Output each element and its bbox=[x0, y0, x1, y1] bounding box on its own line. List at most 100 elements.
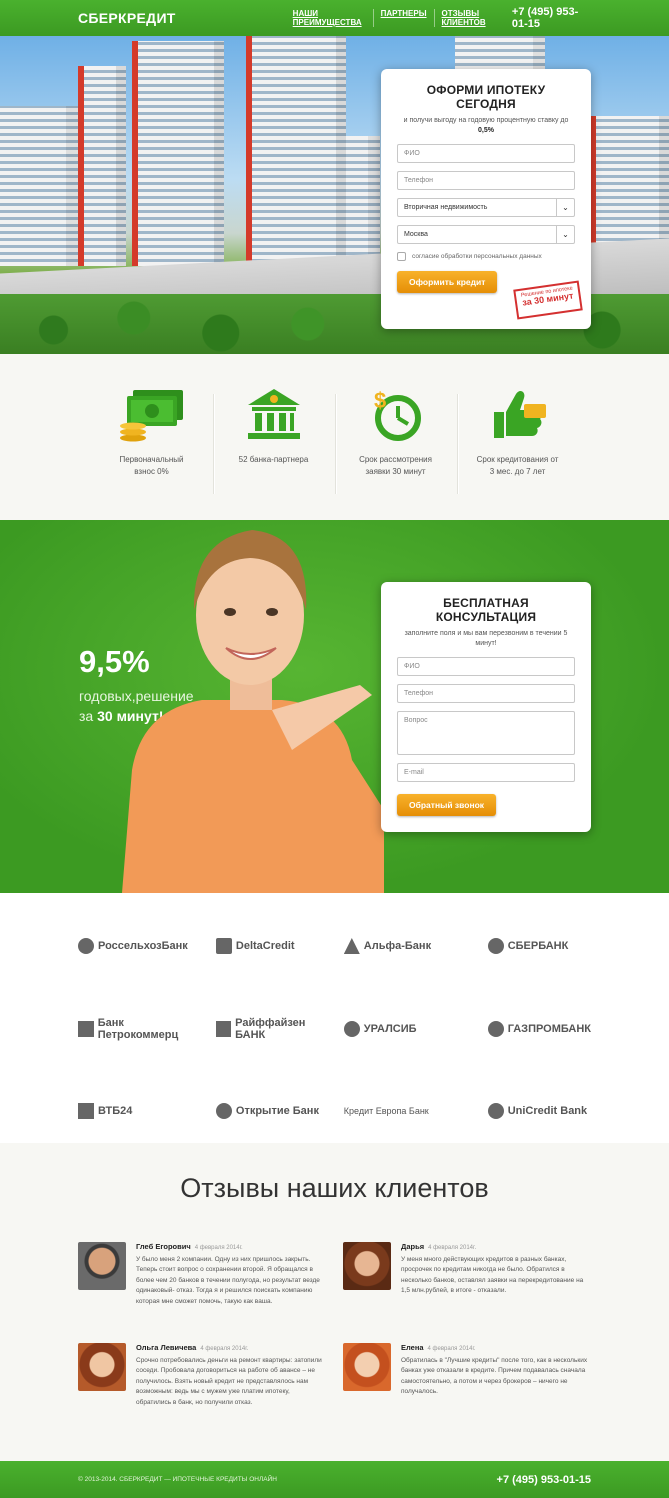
reviewer-name: Глеб Егорович 4 февраля 2014г. bbox=[136, 1242, 243, 1251]
thumbs-up-card-icon bbox=[457, 384, 579, 444]
review-item: Дарья 4 февраля 2014г. У меня много дейст… bbox=[330, 1242, 591, 1307]
reviews-list: Глеб Егорович 4 февраля 2014г. У было мен… bbox=[0, 1204, 669, 1408]
callback-button[interactable]: Обратный звонок bbox=[397, 793, 497, 816]
bank-logo-vtb24[interactable]: ВТБ24 bbox=[78, 1098, 206, 1124]
hero-section: ОФОРМИ ИПОТЕКУ СЕГОДНЯ и получи выгоду н… bbox=[0, 36, 669, 354]
consultation-form-title: БЕСПЛАТНАЯ КОНСУЛЬТАЦИЯ bbox=[435, 596, 537, 624]
city-value: Москва bbox=[404, 230, 428, 238]
building-image bbox=[132, 41, 224, 266]
building-image bbox=[0, 106, 78, 266]
bank-logo-sberbank[interactable]: СБЕРБАНК bbox=[462, 933, 591, 959]
bank-emblem-icon bbox=[487, 938, 504, 954]
mortgage-form: ОФОРМИ ИПОТЕКУ СЕГОДНЯ и получи выгоду н… bbox=[381, 69, 591, 329]
bank-logo-kredit-evropa[interactable]: Кредит Европа Банк bbox=[334, 1098, 462, 1124]
decision-stamp: Решение по ипотеке за 30 минут bbox=[513, 280, 583, 320]
property-type-value: Вторичная недвижимость bbox=[404, 203, 488, 211]
building-image bbox=[346, 136, 380, 266]
review-text: У было меня 2 компании. Одну из них приш… bbox=[136, 1256, 320, 1305]
mortgage-form-title: ОФОРМИ ИПОТЕКУ СЕГОДНЯ bbox=[426, 83, 546, 111]
bank-logo-deltacredit[interactable]: DeltaCredit bbox=[206, 933, 334, 959]
footer-phone: +7 (495) 953-01-15 bbox=[496, 1473, 591, 1486]
nav-reviews[interactable]: ОТЗЫВЫ КЛИЕНТОВ bbox=[433, 9, 512, 27]
bank-logo-otkritie[interactable]: Открытие Банк bbox=[206, 1098, 334, 1124]
partners-section: РоссельхозБанк DeltaCredit Альфа-Банк СБ… bbox=[0, 893, 669, 1143]
bank-emblem-icon bbox=[215, 1103, 232, 1120]
submit-credit-button[interactable]: Оформить кредит bbox=[397, 270, 498, 293]
feature-item: Срок кредитования от 3 мес. до 7 лет bbox=[456, 384, 579, 520]
advantages-section: Первоначальный взнос 0% 52 банка-партнер… bbox=[0, 354, 669, 520]
main-nav: НАШИ ПРЕИМУЩЕСТВА ПАРТНЕРЫ ОТЗЫВЫ КЛИЕНТ… bbox=[286, 9, 512, 27]
reviewer-name: Дарья 4 февраля 2014г. bbox=[401, 1242, 477, 1251]
reviews-section: Отзывы наших клиентов Глеб Егорович 4 фев… bbox=[0, 1143, 669, 1461]
bank-logo-gazprombank[interactable]: ГАЗПРОМБАНК bbox=[462, 1016, 591, 1042]
site-footer: © 2013-2014. СБЕРКРЕДИТ — ИПОТЕЧНЫЕ КРЕД… bbox=[0, 1461, 669, 1498]
bank-emblem-icon bbox=[487, 1020, 504, 1037]
consultation-section: 9,5% годовых,решение за 30 минут! БЕСПЛА… bbox=[0, 520, 669, 893]
bank-logo-uralsib[interactable]: УРАЛСИБ bbox=[334, 1016, 462, 1042]
chevron-down-icon[interactable]: ⌄ bbox=[556, 225, 574, 243]
bank-emblem-icon bbox=[343, 1020, 360, 1037]
bank-emblem-icon bbox=[78, 938, 94, 954]
alpha-icon bbox=[343, 938, 360, 954]
reviewer-name: Елена 4 февраля 2014г. bbox=[401, 1342, 476, 1352]
review-text: Обратилась в "Лучшие кредиты" после того… bbox=[401, 1356, 588, 1396]
nav-advantages[interactable]: НАШИ ПРЕИМУЩЕСТВА bbox=[286, 9, 373, 27]
question-textarea[interactable]: Вопрос bbox=[397, 710, 575, 755]
bank-logo-alfabank[interactable]: Альфа-Банк bbox=[334, 933, 462, 959]
feature-label: Срок кредитования от 3 мес. до 7 лет bbox=[476, 455, 559, 476]
building-image bbox=[246, 36, 346, 266]
review-date: 4 февраля 2014г. bbox=[200, 1345, 249, 1352]
site-header: СБЕРКРЕДИТ НАШИ ПРЕИМУЩЕСТВА ПАРТНЕРЫ ОТ… bbox=[0, 0, 669, 36]
review-date: 4 февраля 2014г. bbox=[428, 1245, 477, 1251]
feature-item: Первоначальный взнос 0% bbox=[91, 384, 213, 520]
bank-emblem-icon bbox=[215, 938, 232, 954]
consult-name-input[interactable]: ФИО bbox=[397, 656, 575, 676]
feature-item: 52 банка-партнера bbox=[212, 384, 335, 520]
avatar bbox=[78, 1342, 126, 1391]
bank-emblem-icon bbox=[487, 1103, 504, 1120]
svg-text:$: $ bbox=[374, 388, 386, 413]
bank-building-icon bbox=[213, 384, 335, 444]
phone-input[interactable]: Телефон bbox=[397, 170, 575, 190]
avatar bbox=[343, 1342, 391, 1391]
review-date: 4 февраля 2014г. bbox=[427, 1345, 476, 1352]
bank-emblem-icon bbox=[215, 1020, 232, 1037]
email-input[interactable]: E-mail bbox=[397, 762, 575, 782]
review-text: У меня много действующих кредитов в разн… bbox=[401, 1256, 584, 1295]
consultation-form: БЕСПЛАТНАЯ КОНСУЛЬТАЦИЯ заполните поля и… bbox=[381, 582, 591, 832]
consent-label: согласие обработки персональных данных bbox=[412, 252, 542, 260]
city-select[interactable]: Москва ⌄ bbox=[397, 224, 575, 244]
chevron-down-icon[interactable]: ⌄ bbox=[556, 198, 574, 216]
reviews-title: Отзывы наших клиентов bbox=[180, 1173, 489, 1203]
review-item: Елена 4 февраля 2014г. Обратилась в "Лучш… bbox=[330, 1342, 591, 1408]
consultation-form-subtitle: заполните поля и мы вам перезвоним в теч… bbox=[404, 630, 568, 647]
feature-label: 52 банка-партнера bbox=[238, 455, 309, 464]
bank-logo-unicredit[interactable]: UniCredit Bank bbox=[462, 1098, 591, 1124]
bank-emblem-icon bbox=[78, 1103, 94, 1120]
bank-logo-raiffeisen[interactable]: Райффайзен БАНК bbox=[206, 1016, 334, 1042]
review-item: Ольга Левичева 4 февраля 2014г. Срочно по… bbox=[78, 1342, 330, 1408]
reviewer-name: Ольга Левичева 4 февраля 2014г. bbox=[136, 1342, 249, 1352]
feature-item: $ Срок рассмотрения заявки 30 минут bbox=[334, 384, 457, 520]
consent-checkbox[interactable] bbox=[397, 251, 406, 261]
feature-label: Срок рассмотрения заявки 30 минут bbox=[359, 455, 432, 476]
building-image bbox=[78, 66, 126, 266]
woman-image bbox=[122, 530, 384, 893]
avatar bbox=[78, 1242, 126, 1290]
site-logo[interactable]: СБЕРКРЕДИТ bbox=[78, 10, 176, 26]
bank-logo-rosselkhozbank[interactable]: РоссельхозБанк bbox=[78, 933, 206, 959]
review-date: 4 февраля 2014г. bbox=[194, 1245, 243, 1251]
rate-value: 0,5% bbox=[478, 126, 494, 134]
money-stack-icon bbox=[91, 384, 213, 444]
property-type-select[interactable]: Вторичная недвижимость ⌄ bbox=[397, 197, 575, 217]
dollar-clock-icon: $ bbox=[335, 384, 457, 444]
mortgage-form-subtitle: и получи выгоду на годовую процентную ст… bbox=[403, 117, 569, 134]
bank-logo-petrokommerts[interactable]: Банк Петрокоммерц bbox=[78, 1016, 206, 1042]
bank-emblem-icon bbox=[78, 1020, 94, 1037]
nav-partners[interactable]: ПАРТНЕРЫ bbox=[372, 9, 434, 27]
review-text: Срочно потребовались деньги на ремонт кв… bbox=[136, 1356, 322, 1406]
consent-row: согласие обработки персональных данных bbox=[397, 251, 575, 261]
feature-label: Первоначальный взнос 0% bbox=[119, 455, 184, 476]
name-input[interactable]: ФИО bbox=[397, 143, 575, 163]
consult-phone-input[interactable]: Телефон bbox=[397, 683, 575, 703]
